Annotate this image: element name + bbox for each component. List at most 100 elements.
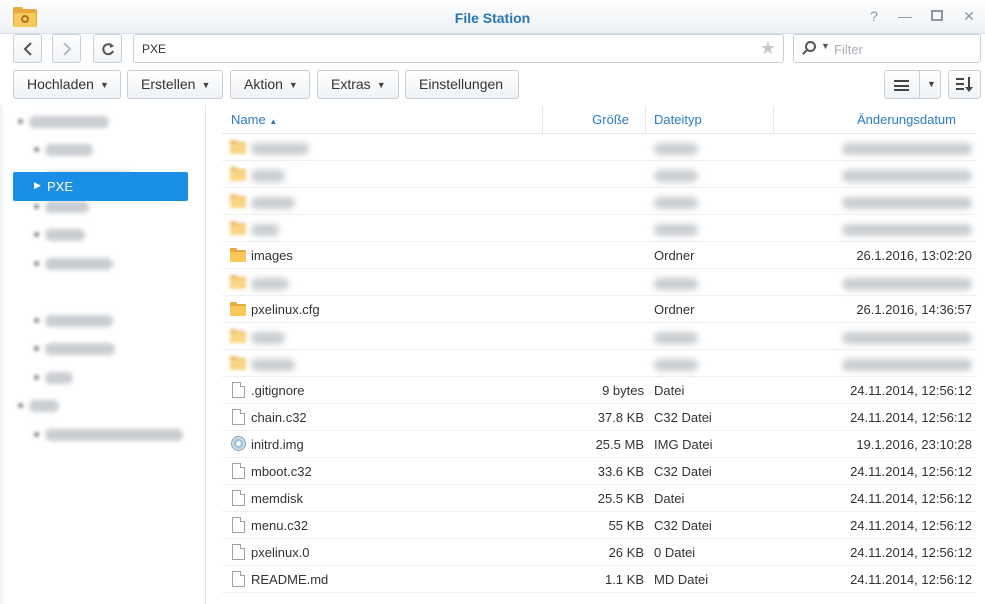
- column-size-header[interactable]: Größe: [552, 106, 629, 134]
- table-row[interactable]: images Ordner 26.1.2016, 13:02:20: [222, 242, 976, 269]
- chevron-down-icon: ▼: [927, 79, 936, 89]
- table-row-blurred[interactable]: [222, 215, 976, 242]
- settings-label: Einstellungen: [419, 76, 504, 92]
- sort-button[interactable]: [948, 70, 981, 99]
- list-view-icon: [894, 80, 909, 91]
- star-icon[interactable]: ★: [760, 38, 776, 59]
- title-bar: File Station ? — ✕: [0, 0, 985, 34]
- table-row[interactable]: pxelinux.0 26 KB 0 Datei 24.11.2014, 12:…: [222, 539, 976, 566]
- folder-icon: [230, 248, 246, 263]
- file-modified: 26.1.2016, 13:02:20: [856, 248, 972, 263]
- extras-label: Extras: [331, 76, 371, 92]
- file-modified: 24.11.2014, 12:56:12: [850, 410, 972, 425]
- search-icon[interactable]: [802, 41, 816, 57]
- chevron-down-icon: ▼: [288, 80, 298, 90]
- minimize-icon[interactable]: —: [897, 8, 913, 24]
- file-name: README.md: [251, 572, 329, 587]
- tree-item-blurred[interactable]: [34, 223, 85, 245]
- action-button[interactable]: Aktion ▼: [230, 70, 310, 99]
- table-row-blurred[interactable]: [222, 188, 976, 215]
- file-modified: 26.1.2016, 14:36:57: [856, 302, 972, 317]
- window-title: File Station: [454, 10, 531, 26]
- folder-icon: [230, 356, 246, 371]
- column-name-header[interactable]: Name ▲: [231, 106, 277, 134]
- tree-item-blurred[interactable]: [34, 309, 113, 331]
- extras-button[interactable]: Extras ▼: [317, 70, 399, 99]
- expand-arrow-icon[interactable]: ▶: [34, 180, 41, 191]
- file-name: initrd.img: [251, 437, 304, 452]
- file-size: 37.8 KB: [597, 410, 644, 425]
- file-name: pxelinux.0: [251, 545, 310, 560]
- file-size: 33.6 KB: [597, 464, 644, 479]
- file-icon: [232, 517, 245, 533]
- file-name: menu.c32: [251, 518, 309, 533]
- tree-item-blurred[interactable]: [34, 252, 113, 274]
- help-icon[interactable]: ?: [866, 8, 882, 24]
- file-size: 26 KB: [608, 545, 644, 560]
- back-icon: [23, 42, 32, 56]
- tree-item-blurred[interactable]: [34, 423, 183, 445]
- tree-item-blurred[interactable]: [34, 337, 115, 359]
- path-field[interactable]: PXE ★: [133, 34, 784, 63]
- table-row[interactable]: pxelinux.cfg Ordner 26.1.2016, 14:36:57: [222, 296, 976, 323]
- file-size: 9 bytes: [602, 383, 644, 398]
- table-row[interactable]: README.md 1.1 KB MD Datei 24.11.2014, 12…: [222, 566, 976, 593]
- list-view-button[interactable]: [884, 70, 920, 99]
- folder-icon: [230, 194, 246, 209]
- file-modified: 19.1.2016, 23:10:28: [856, 437, 972, 452]
- table-row[interactable]: mboot.c32 33.6 KB C32 Datei 24.11.2014, …: [222, 458, 976, 485]
- file-modified: 24.11.2014, 12:56:12: [850, 383, 972, 398]
- file-icon: [232, 490, 245, 506]
- file-name: images: [251, 248, 293, 263]
- chevron-down-icon: ▼: [201, 80, 211, 90]
- chevron-down-icon[interactable]: ▼: [821, 41, 830, 51]
- file-type: C32 Datei: [654, 518, 712, 533]
- file-name: .gitignore: [251, 383, 305, 398]
- tree-item-blurred[interactable]: [34, 366, 73, 388]
- refresh-icon: [101, 43, 114, 56]
- filter-input[interactable]: [834, 40, 974, 58]
- column-modified-header[interactable]: Änderungsdatum: [782, 106, 956, 134]
- tree-item-pxe[interactable]: ▶ PXE: [13, 172, 188, 201]
- create-button[interactable]: Erstellen ▼: [127, 70, 223, 99]
- column-type-header[interactable]: Dateityp: [654, 106, 702, 134]
- close-icon[interactable]: ✕: [961, 8, 977, 24]
- table-row-blurred[interactable]: [222, 134, 976, 161]
- tree-item-label: PXE: [47, 179, 74, 194]
- file-icon: [232, 463, 245, 479]
- file-type: IMG Datei: [654, 437, 713, 452]
- file-modified: 24.11.2014, 12:56:12: [850, 545, 972, 560]
- maximize-icon[interactable]: [929, 8, 945, 24]
- list-header: Name ▲ Größe Dateityp Änderungsdatum: [222, 106, 976, 134]
- table-row-blurred[interactable]: [222, 323, 976, 350]
- table-row-blurred[interactable]: [222, 161, 976, 188]
- file-name: mboot.c32: [251, 464, 312, 479]
- upload-label: Hochladen: [27, 76, 94, 92]
- file-type: Datei: [654, 491, 685, 506]
- tree-item-blurred[interactable]: [18, 394, 59, 416]
- table-row[interactable]: initrd.img 25.5 MB IMG Datei 19.1.2016, …: [222, 431, 976, 458]
- tree-item-blurred[interactable]: [18, 110, 109, 132]
- file-modified: 24.11.2014, 12:56:12: [850, 491, 972, 506]
- file-icon: [232, 409, 245, 425]
- filter-field[interactable]: ▼: [793, 34, 981, 63]
- chevron-down-icon: ▼: [376, 80, 386, 90]
- refresh-button[interactable]: [93, 34, 122, 63]
- forward-icon: [62, 42, 71, 56]
- table-row[interactable]: menu.c32 55 KB C32 Datei 24.11.2014, 12:…: [222, 512, 976, 539]
- table-row-blurred[interactable]: [222, 350, 976, 377]
- disc-image-icon: [231, 436, 246, 451]
- tree-item-blurred[interactable]: [34, 138, 93, 160]
- table-row[interactable]: memdisk 25.5 KB Datei 24.11.2014, 12:56:…: [222, 485, 976, 512]
- table-row[interactable]: chain.c32 37.8 KB C32 Datei 24.11.2014, …: [222, 404, 976, 431]
- upload-button[interactable]: Hochladen ▼: [13, 70, 121, 99]
- view-dropdown-button[interactable]: ▼: [919, 70, 941, 99]
- file-modified: 24.11.2014, 12:56:12: [850, 464, 972, 479]
- settings-button[interactable]: Einstellungen: [405, 70, 519, 99]
- back-button[interactable]: [13, 34, 42, 63]
- file-size: 1.1 KB: [604, 572, 644, 587]
- table-row-blurred[interactable]: [222, 269, 976, 296]
- table-row[interactable]: .gitignore 9 bytes Datei 24.11.2014, 12:…: [222, 377, 976, 404]
- folder-icon: [230, 329, 246, 344]
- forward-button[interactable]: [52, 34, 81, 63]
